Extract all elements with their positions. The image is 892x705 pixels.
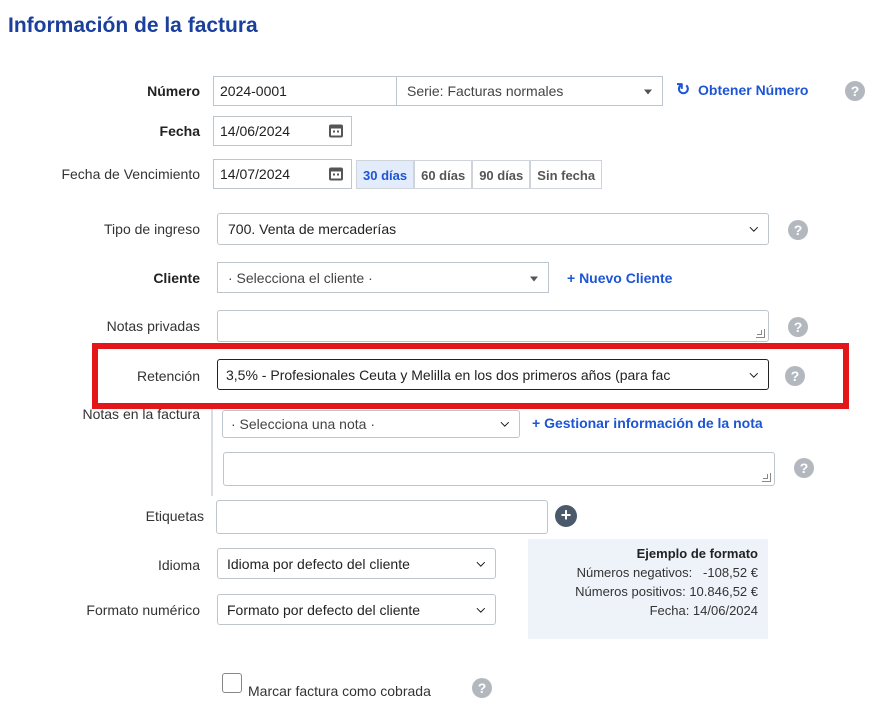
help-circle-icon[interactable]: ?	[794, 458, 814, 478]
cliente-label: Cliente	[153, 270, 200, 286]
notas-privadas-textarea[interactable]	[217, 310, 769, 342]
plus-circle-icon[interactable]: +	[555, 505, 577, 527]
refresh-icon[interactable]: ↻	[676, 80, 694, 99]
calendar-icon[interactable]	[329, 124, 343, 138]
notas-factura-select[interactable]: · Selecciona una nota · ⌵	[222, 410, 520, 438]
tipo-ingreso-select[interactable]: 700. Venta de mercaderías ⌵	[217, 213, 769, 245]
chevron-down-icon	[644, 89, 652, 95]
format-example-negative: Números negativos: -108,52 €	[576, 565, 758, 580]
format-example-title: Ejemplo de formato	[636, 546, 758, 561]
format-example-date: Fecha: 14/06/2024	[649, 603, 758, 618]
formato-label: Formato numérico	[86, 602, 200, 618]
preset-60-dias[interactable]: 60 días	[414, 160, 473, 189]
numero-label: Número	[147, 83, 200, 99]
retencion-select[interactable]: 3,5% - Profesionales Ceuta y Melilla en …	[217, 359, 769, 390]
chevron-down-icon: ⌵	[746, 368, 758, 381]
numero-input[interactable]: 2024-0001	[213, 76, 397, 106]
page-title: Información de la factura	[8, 14, 258, 37]
cobrada-checkbox[interactable]	[222, 673, 242, 693]
etiquetas-label: Etiquetas	[145, 508, 204, 524]
gestionar-nota-link[interactable]: + Gestionar información de la nota	[532, 415, 763, 431]
help-circle-icon[interactable]: ?	[788, 317, 808, 337]
calendar-icon[interactable]	[329, 167, 343, 181]
resize-handle-icon[interactable]	[762, 473, 771, 482]
chevron-down-icon: ⌵	[749, 222, 758, 235]
resize-handle-icon[interactable]	[756, 329, 765, 338]
obtener-numero-link[interactable]: Obtener Número	[698, 82, 808, 98]
nuevo-cliente-link[interactable]: + Nuevo Cliente	[567, 270, 672, 286]
etiquetas-input[interactable]	[216, 500, 548, 534]
vencimiento-presets: 30 días 60 días 90 días Sin fecha	[356, 160, 603, 189]
preset-30-dias[interactable]: 30 días	[356, 160, 415, 189]
idioma-label: Idioma	[157, 557, 200, 573]
formato-select[interactable]: Formato por defecto del cliente ⌵	[217, 594, 496, 625]
chevron-down-icon: ⌵	[500, 417, 509, 430]
vencimiento-label: Fecha de Vencimiento	[61, 166, 200, 182]
help-circle-icon[interactable]: ?	[472, 678, 492, 698]
notas-factura-textarea[interactable]	[223, 452, 775, 486]
chevron-down-icon: ⌵	[476, 557, 485, 569]
chevron-down-icon: ⌵	[476, 603, 485, 615]
fecha-label: Fecha	[159, 123, 200, 139]
vencimiento-input[interactable]: 14/07/2024	[213, 159, 352, 189]
help-circle-icon[interactable]: ?	[845, 81, 865, 101]
format-example-positive: Números positivos: 10.846,52 €	[575, 584, 758, 599]
help-circle-icon[interactable]: ?	[788, 220, 808, 240]
serie-select[interactable]: Serie: Facturas normales	[396, 76, 663, 106]
preset-90-dias[interactable]: 90 días	[472, 160, 531, 189]
fecha-input[interactable]: 14/06/2024	[213, 116, 352, 146]
help-circle-icon[interactable]: ?	[785, 366, 805, 386]
cobrada-label[interactable]: Marcar factura como cobrada	[248, 683, 431, 699]
format-example-panel: Ejemplo de formato Números negativos: -1…	[528, 539, 768, 639]
tipo-ingreso-label: Tipo de ingreso	[104, 221, 200, 237]
idioma-select[interactable]: Idioma por defecto del cliente ⌵	[217, 548, 496, 579]
retencion-label: Retención	[136, 368, 200, 384]
chevron-down-icon	[530, 276, 538, 281]
notas-privadas-label: Notas privadas	[106, 318, 200, 334]
cliente-select[interactable]: · Selecciona el cliente ·	[217, 262, 549, 293]
preset-sin-fecha[interactable]: Sin fecha	[530, 160, 603, 189]
notas-factura-divider	[211, 404, 213, 496]
